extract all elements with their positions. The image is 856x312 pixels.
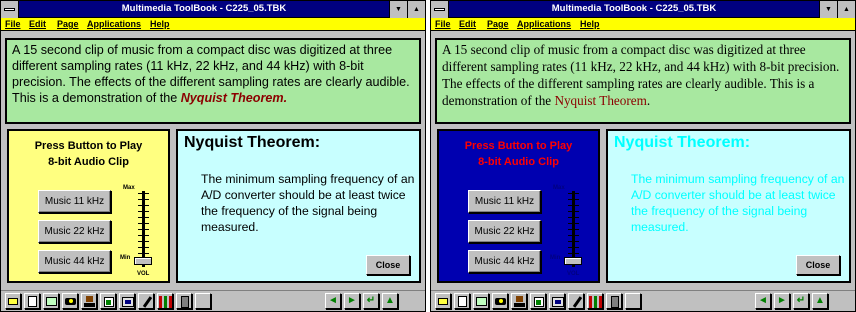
slider-vol-label: VOL [137, 271, 150, 277]
slider-vol-label: VOL [567, 271, 580, 277]
maximize-button[interactable]: ▲ [407, 1, 425, 18]
slider-max-label: Max [553, 185, 565, 191]
calculator-icon[interactable] [606, 293, 622, 309]
book-page: A 15 second clip of music from a compact… [431, 32, 855, 290]
nyquist-hotword[interactable]: Nyquist Theorem [554, 93, 646, 108]
nyquist-heading: Nyquist Theorem: [184, 134, 321, 151]
title-bar[interactable]: Multimedia ToolBook - C225_05.TBK ▼ ▲ [1, 1, 425, 18]
arrow-right-icon[interactable]: ► [774, 293, 790, 309]
book-page: A 15 second clip of music from a compact… [1, 32, 425, 290]
arrow-up-icon[interactable]: ▲ [382, 293, 398, 309]
arrow-right-icon[interactable]: ► [344, 293, 360, 309]
pen-icon[interactable] [138, 293, 154, 309]
card-icon[interactable] [473, 293, 489, 309]
nyquist-info-panel: Nyquist Theorem: The minimum sampling fr… [176, 129, 421, 283]
music-11khz-button[interactable]: Music 11 kHz [38, 190, 111, 213]
window-title: Multimedia ToolBook - C225_05.TBK [551, 3, 717, 14]
bag-icon[interactable] [530, 293, 546, 309]
music-44khz-button[interactable]: Music 44 kHz [468, 250, 541, 273]
bottom-toolbar: ◄ ► ↵ ▲ [431, 290, 855, 311]
nyquist-info-panel: Nyquist Theorem: The minimum sampling fr… [606, 129, 851, 283]
stamp-icon[interactable] [81, 293, 97, 309]
menu-applications[interactable]: Applications [517, 19, 571, 29]
minimize-button[interactable]: ▼ [819, 1, 837, 18]
menu-bar: File Edit Page Applications Help [431, 18, 855, 31]
nyquist-heading: Nyquist Theorem: [614, 134, 751, 151]
camera-icon[interactable] [62, 293, 78, 309]
music-11khz-button[interactable]: Music 11 kHz [468, 190, 541, 213]
press-button-label: Press Button to Play 8-bit Audio Clip [464, 140, 573, 168]
music-22khz-button[interactable]: Music 22 kHz [468, 220, 541, 243]
music-22khz-button[interactable]: Music 22 kHz [38, 220, 111, 243]
pen-icon[interactable] [568, 293, 584, 309]
audio-clip-panel: Press Button to Play 8-bit Audio Clip Mus… [7, 129, 170, 283]
blank-button[interactable] [195, 293, 211, 309]
color-bars-icon[interactable] [587, 293, 603, 309]
music-44khz-button[interactable]: Music 44 kHz [38, 250, 111, 273]
description-text: A 15 second clip of music from a compact… [435, 38, 851, 124]
arrow-return-icon[interactable]: ↵ [363, 293, 379, 309]
page-icon[interactable] [454, 293, 470, 309]
menu-help[interactable]: Help [150, 19, 170, 29]
folder-icon[interactable] [5, 293, 21, 309]
toolbook-window-left: Multimedia ToolBook - C225_05.TBK ▼ ▲ Fi… [0, 0, 426, 312]
window-title: Multimedia ToolBook - C225_05.TBK [121, 3, 287, 14]
menu-bar: File Edit Page Applications Help [1, 18, 425, 31]
menu-page[interactable]: Page [57, 19, 79, 29]
audio-clip-panel: Press Button to Play 8-bit Audio Clip Mus… [437, 129, 600, 283]
close-button[interactable]: Close [366, 255, 410, 275]
close-button[interactable]: Close [796, 255, 840, 275]
folder-icon[interactable] [435, 293, 451, 309]
page-icon[interactable] [24, 293, 40, 309]
menu-edit[interactable]: Edit [29, 19, 46, 29]
nyquist-definition: The minimum sampling frequency of an A/D… [201, 172, 415, 234]
slider-track [572, 191, 575, 267]
nyquist-definition: The minimum sampling frequency of an A/D… [631, 172, 845, 234]
description-text: A 15 second clip of music from a compact… [5, 38, 421, 124]
camera-icon[interactable] [492, 293, 508, 309]
title-bar[interactable]: Multimedia ToolBook - C225_05.TBK ▼ ▲ [431, 1, 855, 18]
arrow-up-icon[interactable]: ▲ [812, 293, 828, 309]
slider-min-label: Min [550, 255, 561, 261]
toolbook-window-right: Multimedia ToolBook - C225_05.TBK ▼ ▲ Fi… [430, 0, 856, 312]
slider-track [142, 191, 145, 267]
color-bars-icon[interactable] [157, 293, 173, 309]
arrow-left-icon[interactable]: ◄ [325, 293, 341, 309]
blank-button[interactable] [625, 293, 641, 309]
system-menu-button[interactable] [431, 1, 449, 18]
volume-slider[interactable]: Max Min VOL [549, 185, 589, 281]
press-button-label: Press Button to Play 8-bit Audio Clip [34, 140, 143, 168]
tape-icon[interactable] [119, 293, 135, 309]
volume-slider[interactable]: Max Min VOL [119, 185, 159, 281]
slider-thumb[interactable] [564, 257, 582, 265]
minimize-button[interactable]: ▼ [389, 1, 407, 18]
menu-page[interactable]: Page [487, 19, 509, 29]
menu-file[interactable]: File [5, 19, 21, 29]
menu-applications[interactable]: Applications [87, 19, 141, 29]
calculator-icon[interactable] [176, 293, 192, 309]
stamp-icon[interactable] [511, 293, 527, 309]
menu-help[interactable]: Help [580, 19, 600, 29]
nyquist-hotword[interactable]: Nyquist Theorem [181, 91, 284, 105]
menu-file[interactable]: File [435, 19, 451, 29]
system-menu-button[interactable] [1, 1, 19, 18]
slider-max-label: Max [123, 185, 135, 191]
slider-thumb[interactable] [134, 257, 152, 265]
maximize-button[interactable]: ▲ [837, 1, 855, 18]
tape-icon[interactable] [549, 293, 565, 309]
bag-icon[interactable] [100, 293, 116, 309]
arrow-return-icon[interactable]: ↵ [793, 293, 809, 309]
bottom-toolbar: ◄ ► ↵ ▲ [1, 290, 425, 311]
slider-min-label: Min [120, 255, 131, 261]
arrow-left-icon[interactable]: ◄ [755, 293, 771, 309]
menu-edit[interactable]: Edit [459, 19, 476, 29]
card-icon[interactable] [43, 293, 59, 309]
